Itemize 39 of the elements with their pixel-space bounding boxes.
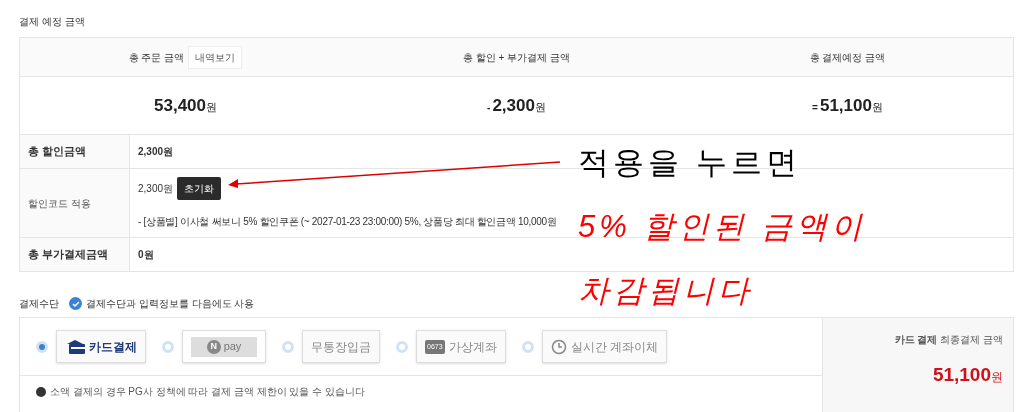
- final-amount-label: 카드 결제 최종결제 금액: [894, 333, 1003, 347]
- details-button[interactable]: 내역보기: [188, 45, 243, 69]
- section-title: 결제 예정 금액: [19, 15, 86, 29]
- amount-value: =51,100원: [812, 94, 883, 117]
- row-value: 0원: [138, 248, 154, 262]
- payment-method-button[interactable]: 무통장입금: [302, 330, 380, 363]
- radio-button[interactable]: [521, 340, 534, 353]
- radio-button[interactable]: [36, 340, 48, 353]
- payment-method-button[interactable]: N pay: [182, 330, 266, 363]
- check-icon: [71, 299, 80, 308]
- column-heading: 총 결제예정 금액: [809, 50, 886, 65]
- annotation-text: 적용을 누르면: [578, 146, 802, 180]
- save-option-label: 결제수단과 입력정보를 다음에도 사용: [86, 297, 255, 311]
- payment-method-button[interactable]: 카드결제: [56, 330, 146, 363]
- row-label: 할인코드 적용: [28, 196, 91, 211]
- save-checkbox[interactable]: [69, 297, 82, 310]
- amount-value: 53,400원: [154, 94, 217, 117]
- row-value: 2,300원: [138, 145, 174, 159]
- coupon-amount: 2,300원: [138, 182, 174, 196]
- clock-icon: [550, 338, 567, 355]
- column-heading: 총 할인 + 부가결제 금액: [463, 50, 570, 65]
- radio-button[interactable]: [282, 340, 294, 353]
- coupon-description: - [상품별] 이사철 써보니 5% 할인쿠폰 (~ 2027-01-23 23:00:00) 5%, 상품당 최대 할인금액 10,000원: [138, 215, 557, 229]
- radio-button[interactable]: [162, 340, 174, 353]
- card-icon: [65, 339, 85, 354]
- row-label: 총 할인금액: [28, 144, 87, 160]
- reset-button[interactable]: 초기화: [177, 177, 222, 200]
- amount-value: -2,300원: [487, 94, 546, 117]
- payment-title: 결제수단: [19, 297, 59, 311]
- payment-method-button[interactable]: 실시간 계좌이체: [541, 330, 667, 363]
- annotation-text: 차감됩니다: [578, 274, 754, 308]
- row-label: 총 부가결제금액: [28, 247, 109, 263]
- info-icon: [36, 386, 46, 397]
- notice-text: 소액 결제의 경우 PG사 정책에 따라 결제 금액 제한이 있을 수 있습니다: [50, 385, 365, 399]
- annotation-text: 5% 할인된 금액이: [578, 210, 867, 244]
- column-heading: 총 주문 금액: [128, 50, 185, 65]
- radio-button[interactable]: [396, 340, 408, 353]
- final-amount: 51,100원: [932, 363, 1003, 387]
- npay-badge: N: [206, 339, 221, 354]
